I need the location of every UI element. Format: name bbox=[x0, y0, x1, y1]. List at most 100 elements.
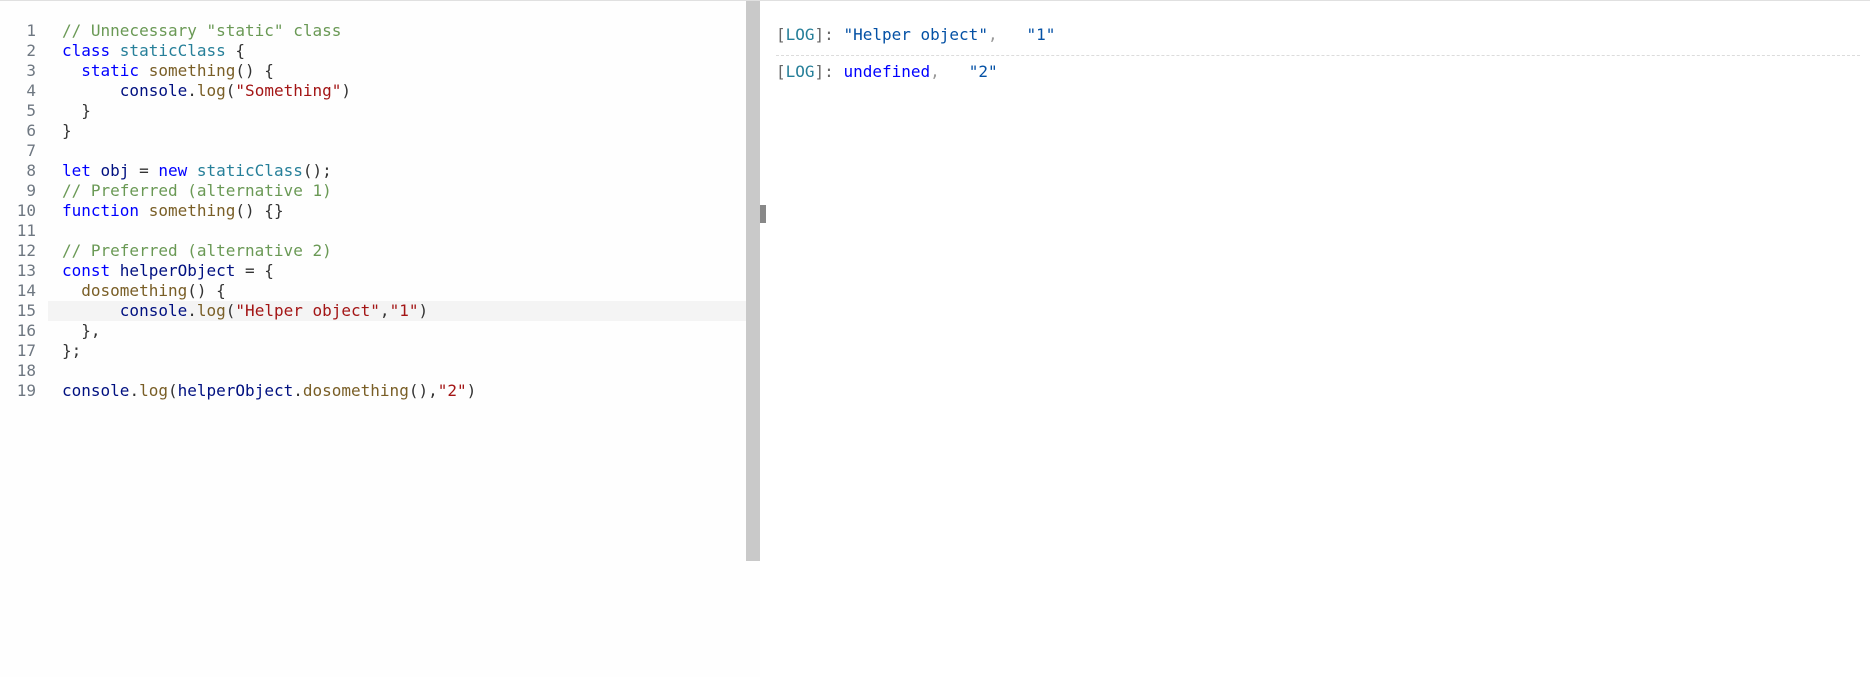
code-line[interactable]: console.log("Something") bbox=[62, 81, 351, 101]
code-token: () { bbox=[187, 281, 226, 300]
code-token bbox=[62, 81, 120, 100]
log-string-value: "2" bbox=[969, 62, 998, 81]
code-token: ) bbox=[341, 81, 351, 100]
code-editor[interactable]: 12345678910111213141516171819 // Unneces… bbox=[0, 1, 760, 677]
line-number: 16 bbox=[17, 321, 36, 341]
line-number: 2 bbox=[26, 41, 36, 61]
code-line[interactable]: let obj = new staticClass(); bbox=[62, 161, 332, 181]
code-token: "Something" bbox=[235, 81, 341, 100]
code-token: () {} bbox=[235, 201, 283, 220]
code-token: . bbox=[293, 381, 303, 400]
code-token: }; bbox=[62, 341, 81, 360]
code-token: (); bbox=[303, 161, 332, 180]
code-token: "Helper object" bbox=[235, 301, 380, 320]
code-token: new bbox=[158, 161, 197, 180]
line-number: 3 bbox=[26, 61, 36, 81]
code-token: helperObject bbox=[120, 261, 236, 280]
code-line[interactable]: } bbox=[62, 101, 91, 121]
code-token: , bbox=[380, 301, 390, 320]
bracket-close: ]: bbox=[815, 25, 844, 44]
console-log-row: [LOG]: "Helper object", "1" bbox=[776, 19, 1860, 55]
code-token: static bbox=[81, 61, 148, 80]
code-token bbox=[62, 61, 81, 80]
code-line[interactable]: } bbox=[62, 121, 72, 141]
code-token: // Preferred (alternative 1) bbox=[62, 181, 332, 200]
line-number: 15 bbox=[17, 301, 36, 321]
bracket-open: [ bbox=[776, 62, 786, 81]
line-number: 8 bbox=[26, 161, 36, 181]
console-output: [LOG]: "Helper object", "1"[LOG]: undefi… bbox=[766, 1, 1870, 677]
code-token: obj bbox=[101, 161, 130, 180]
code-token: . bbox=[187, 301, 197, 320]
code-token: class bbox=[62, 41, 120, 60]
code-line[interactable]: console.log(helperObject.dosomething(),"… bbox=[62, 381, 476, 401]
log-undefined-value: undefined bbox=[843, 62, 930, 81]
code-token: } bbox=[62, 121, 72, 140]
line-number: 12 bbox=[17, 241, 36, 261]
code-token: = bbox=[129, 161, 158, 180]
code-token: function bbox=[62, 201, 149, 220]
code-token: something bbox=[149, 201, 236, 220]
code-token: console bbox=[62, 381, 129, 400]
bracket-close: ]: bbox=[815, 62, 844, 81]
code-token: log bbox=[197, 301, 226, 320]
code-line[interactable]: static something() { bbox=[62, 61, 274, 81]
console-log-row: [LOG]: undefined, "2" bbox=[776, 55, 1860, 92]
code-line[interactable]: dosomething() { bbox=[62, 281, 226, 301]
code-line[interactable]: const helperObject = { bbox=[62, 261, 274, 281]
code-token: () { bbox=[235, 61, 274, 80]
code-line[interactable]: }, bbox=[62, 321, 101, 341]
app-root: 12345678910111213141516171819 // Unneces… bbox=[0, 0, 1870, 677]
code-token: (), bbox=[409, 381, 438, 400]
log-tag: LOG bbox=[786, 25, 815, 44]
line-number: 7 bbox=[26, 141, 36, 161]
code-line[interactable]: class staticClass { bbox=[62, 41, 245, 61]
code-token: console bbox=[120, 81, 187, 100]
splitter-handle-icon[interactable] bbox=[760, 205, 766, 223]
code-token: helperObject bbox=[178, 381, 294, 400]
code-token: something bbox=[149, 61, 236, 80]
log-string-value: "1" bbox=[1026, 25, 1055, 44]
code-token: "1" bbox=[390, 301, 419, 320]
line-number: 14 bbox=[17, 281, 36, 301]
code-token: staticClass bbox=[120, 41, 226, 60]
code-token bbox=[62, 301, 120, 320]
pane-splitter[interactable] bbox=[760, 1, 766, 677]
code-token: . bbox=[187, 81, 197, 100]
line-number: 17 bbox=[17, 341, 36, 361]
log-string-value: "Helper object" bbox=[843, 25, 988, 44]
code-line[interactable]: // Preferred (alternative 2) bbox=[62, 241, 332, 261]
log-separator: , bbox=[988, 25, 1027, 44]
line-number: 19 bbox=[17, 381, 36, 401]
code-line[interactable]: function something() {} bbox=[62, 201, 284, 221]
code-line[interactable]: // Unnecessary "static" class bbox=[62, 21, 341, 41]
code-token: { bbox=[226, 41, 245, 60]
code-token: console bbox=[120, 301, 187, 320]
code-token: log bbox=[197, 81, 226, 100]
code-line[interactable]: }; bbox=[62, 341, 81, 361]
code-content[interactable]: // Unnecessary "static" classclass stati… bbox=[62, 1, 760, 677]
code-line[interactable]: // Preferred (alternative 1) bbox=[62, 181, 332, 201]
code-token: dosomething bbox=[303, 381, 409, 400]
line-number: 11 bbox=[17, 221, 36, 241]
code-token: dosomething bbox=[81, 281, 187, 300]
code-token: // Preferred (alternative 2) bbox=[62, 241, 332, 260]
log-separator: , bbox=[930, 62, 969, 81]
line-number: 9 bbox=[26, 181, 36, 201]
code-token: log bbox=[139, 381, 168, 400]
code-token: } bbox=[62, 101, 91, 120]
code-line[interactable]: console.log("Helper object","1") bbox=[62, 301, 428, 321]
code-token: }, bbox=[62, 321, 101, 340]
code-token: = { bbox=[235, 261, 274, 280]
line-number: 4 bbox=[26, 81, 36, 101]
log-tag: LOG bbox=[786, 62, 815, 81]
code-token: // Unnecessary "static" class bbox=[62, 21, 341, 40]
code-token: "2" bbox=[438, 381, 467, 400]
line-number: 10 bbox=[17, 201, 36, 221]
line-number: 1 bbox=[26, 21, 36, 41]
code-token: . bbox=[129, 381, 139, 400]
vertical-scrollbar[interactable] bbox=[746, 1, 760, 561]
code-token: ( bbox=[226, 81, 236, 100]
line-number-gutter: 12345678910111213141516171819 bbox=[0, 1, 48, 677]
code-token: ) bbox=[418, 301, 428, 320]
